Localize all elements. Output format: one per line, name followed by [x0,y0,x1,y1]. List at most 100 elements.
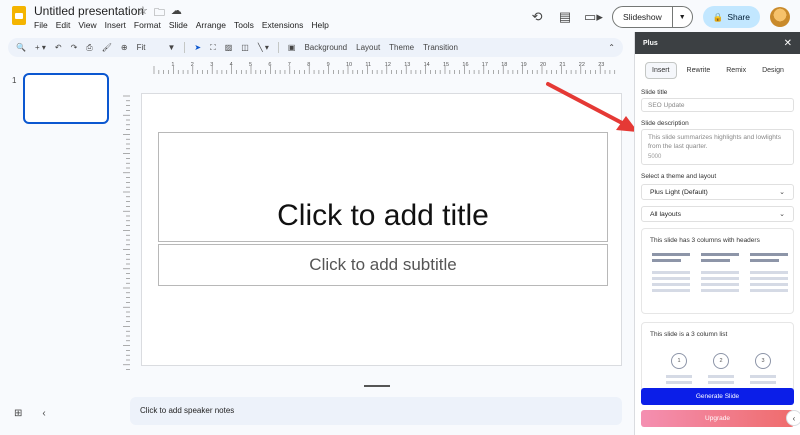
paint-format-icon[interactable]: 🖌 [102,43,112,52]
ruler-tick-label: 8 [307,62,311,68]
chevron-down-icon: ⌄ [779,189,785,196]
ruler-tick-label: 12 [384,62,391,68]
preview-number-circle: 2 [713,353,729,369]
menu-arrange[interactable]: Arrange [196,20,226,30]
background-button[interactable]: Background [304,43,347,52]
menu-extensions[interactable]: Extensions [262,20,304,30]
preview-column [701,253,739,295]
layout-card-title: This slide has 3 columns with headers [650,237,760,244]
ruler-tick-label: 14 [423,62,430,68]
speaker-notes[interactable]: Click to add speaker notes [130,397,622,425]
search-menus-icon[interactable]: 🔍 [16,43,26,52]
preview-bar [652,259,681,262]
slide-title-input[interactable]: SEO Update [641,98,794,112]
comments-icon[interactable]: ▤ [556,9,574,25]
plus-side-panel: Plus ✕ Insert Rewrite Remix Design Slide… [634,32,800,435]
upgrade-button[interactable]: Upgrade [641,410,794,427]
menu-insert[interactable]: Insert [105,20,126,30]
collapse-filmstrip-icon[interactable]: ‹ [42,408,45,419]
zoom-select[interactable]: Fit ▼ [137,43,176,52]
preview-column: 3 [744,353,782,387]
print-icon[interactable]: ⎙ [86,43,92,53]
slide-number: 1 [12,76,17,85]
preview-bar [750,253,788,256]
layouts-select-value: All layouts [650,210,681,218]
ruler-tick-label: 20 [540,62,547,68]
layout-card-3-columns-headers[interactable]: This slide has 3 columns with headers [641,228,794,314]
ruler-tick-label: 19 [520,62,527,68]
new-slide-icon[interactable]: + ▾ [35,43,46,52]
slide-description-input[interactable]: This slide summarizes highlights and low… [641,129,794,165]
layout-button[interactable]: Layout [356,43,380,52]
chevron-down-icon: ▼ [167,43,176,52]
transition-button[interactable]: Transition [423,43,458,52]
select-cursor-icon[interactable]: ➤ [194,43,201,52]
close-icon[interactable]: ✕ [784,38,792,49]
layout-card-3-column-list[interactable]: This slide is a 3 column list 1 2 3 [641,322,794,392]
tab-remix[interactable]: Remix [720,63,752,78]
tab-design[interactable]: Design [756,63,790,78]
line-icon[interactable]: ╲ ▾ [258,43,269,52]
redo-icon[interactable]: ↷ [71,43,78,52]
slide-canvas[interactable]: Click to add title Click to add subtitle [141,93,622,366]
menu-tools[interactable]: Tools [234,20,254,30]
chevron-up-icon[interactable]: ⌃ [608,43,615,52]
preview-bar [652,277,690,280]
ruler-tick-label: 7 [287,62,291,68]
undo-icon[interactable]: ↶ [55,43,62,52]
theme-select[interactable]: Plus Light (Default) ⌄ [641,184,794,200]
slide-thumbnail[interactable] [23,73,109,124]
filmstrip-controls: ⊞ ‹ [14,408,46,419]
menu-view[interactable]: View [78,20,96,30]
frame-select-icon[interactable]: ⛶ [210,43,216,53]
menu-help[interactable]: Help [311,20,328,30]
avatar[interactable] [770,7,790,27]
theme-layout-label: Select a theme and layout [641,173,717,180]
slideshow-button[interactable]: Slideshow ▼ [612,6,693,28]
character-count: 5000 [648,153,662,160]
tab-rewrite[interactable]: Rewrite [681,63,717,78]
subtitle-placeholder-box[interactable]: Click to add subtitle [158,244,608,286]
share-button[interactable]: 🔒 Share [702,6,760,28]
menu-slide[interactable]: Slide [169,20,188,30]
shape-icon[interactable]: ◫ [241,43,249,52]
chevron-down-icon: ⌄ [779,211,785,218]
comment-add-icon[interactable]: ▣ [288,43,296,52]
document-title[interactable]: Untitled presentation [34,4,144,18]
preview-bar [652,253,690,256]
layout-card-title: This slide is a 3 column list [650,331,728,338]
title-placeholder-box[interactable]: Click to add title [158,132,608,242]
preview-column [750,253,788,295]
meet-video-icon[interactable]: ▭▸ [584,9,603,25]
panel-title: Plus [643,39,658,47]
ruler-tick-label: 6 [268,62,272,68]
menu-edit[interactable]: Edit [56,20,71,30]
slide-title-label: Slide title [641,89,668,96]
ruler-tick-label: 11 [365,62,372,68]
ruler-tick-label: 10 [346,62,353,68]
menu-format[interactable]: Format [134,20,161,30]
generate-slide-button[interactable]: Generate Slide [641,388,794,405]
history-icon[interactable]: ⟲ [528,9,546,25]
subtitle-placeholder: Click to add subtitle [309,255,457,274]
chevron-down-icon[interactable]: ▼ [671,7,692,27]
notes-resize-handle[interactable] [364,385,390,387]
preview-column [652,253,690,295]
grid-view-icon[interactable]: ⊞ [14,408,22,419]
ruler-tick-label: 9 [326,62,330,68]
collapse-panel-icon[interactable]: ‹ [786,410,800,426]
theme-button[interactable]: Theme [389,43,414,52]
ruler-tick-label: 17 [481,62,488,68]
app-header: Untitled presentation ☆ 🗀 ☁ File Edit Vi… [0,0,800,36]
ruler-tick-label: 18 [501,62,508,68]
preview-number-circle: 1 [671,353,687,369]
layouts-select[interactable]: All layouts ⌄ [641,206,794,222]
preview-bar [750,271,788,274]
zoom-icon[interactable]: ⊕ [121,43,128,52]
tab-insert[interactable]: Insert [645,62,677,79]
preview-bar [701,259,730,262]
menu-file[interactable]: File [34,20,48,30]
ruler-tick-label: 3 [210,62,214,68]
slides-logo-icon[interactable] [12,6,26,25]
image-icon[interactable]: ▨ [225,43,233,52]
